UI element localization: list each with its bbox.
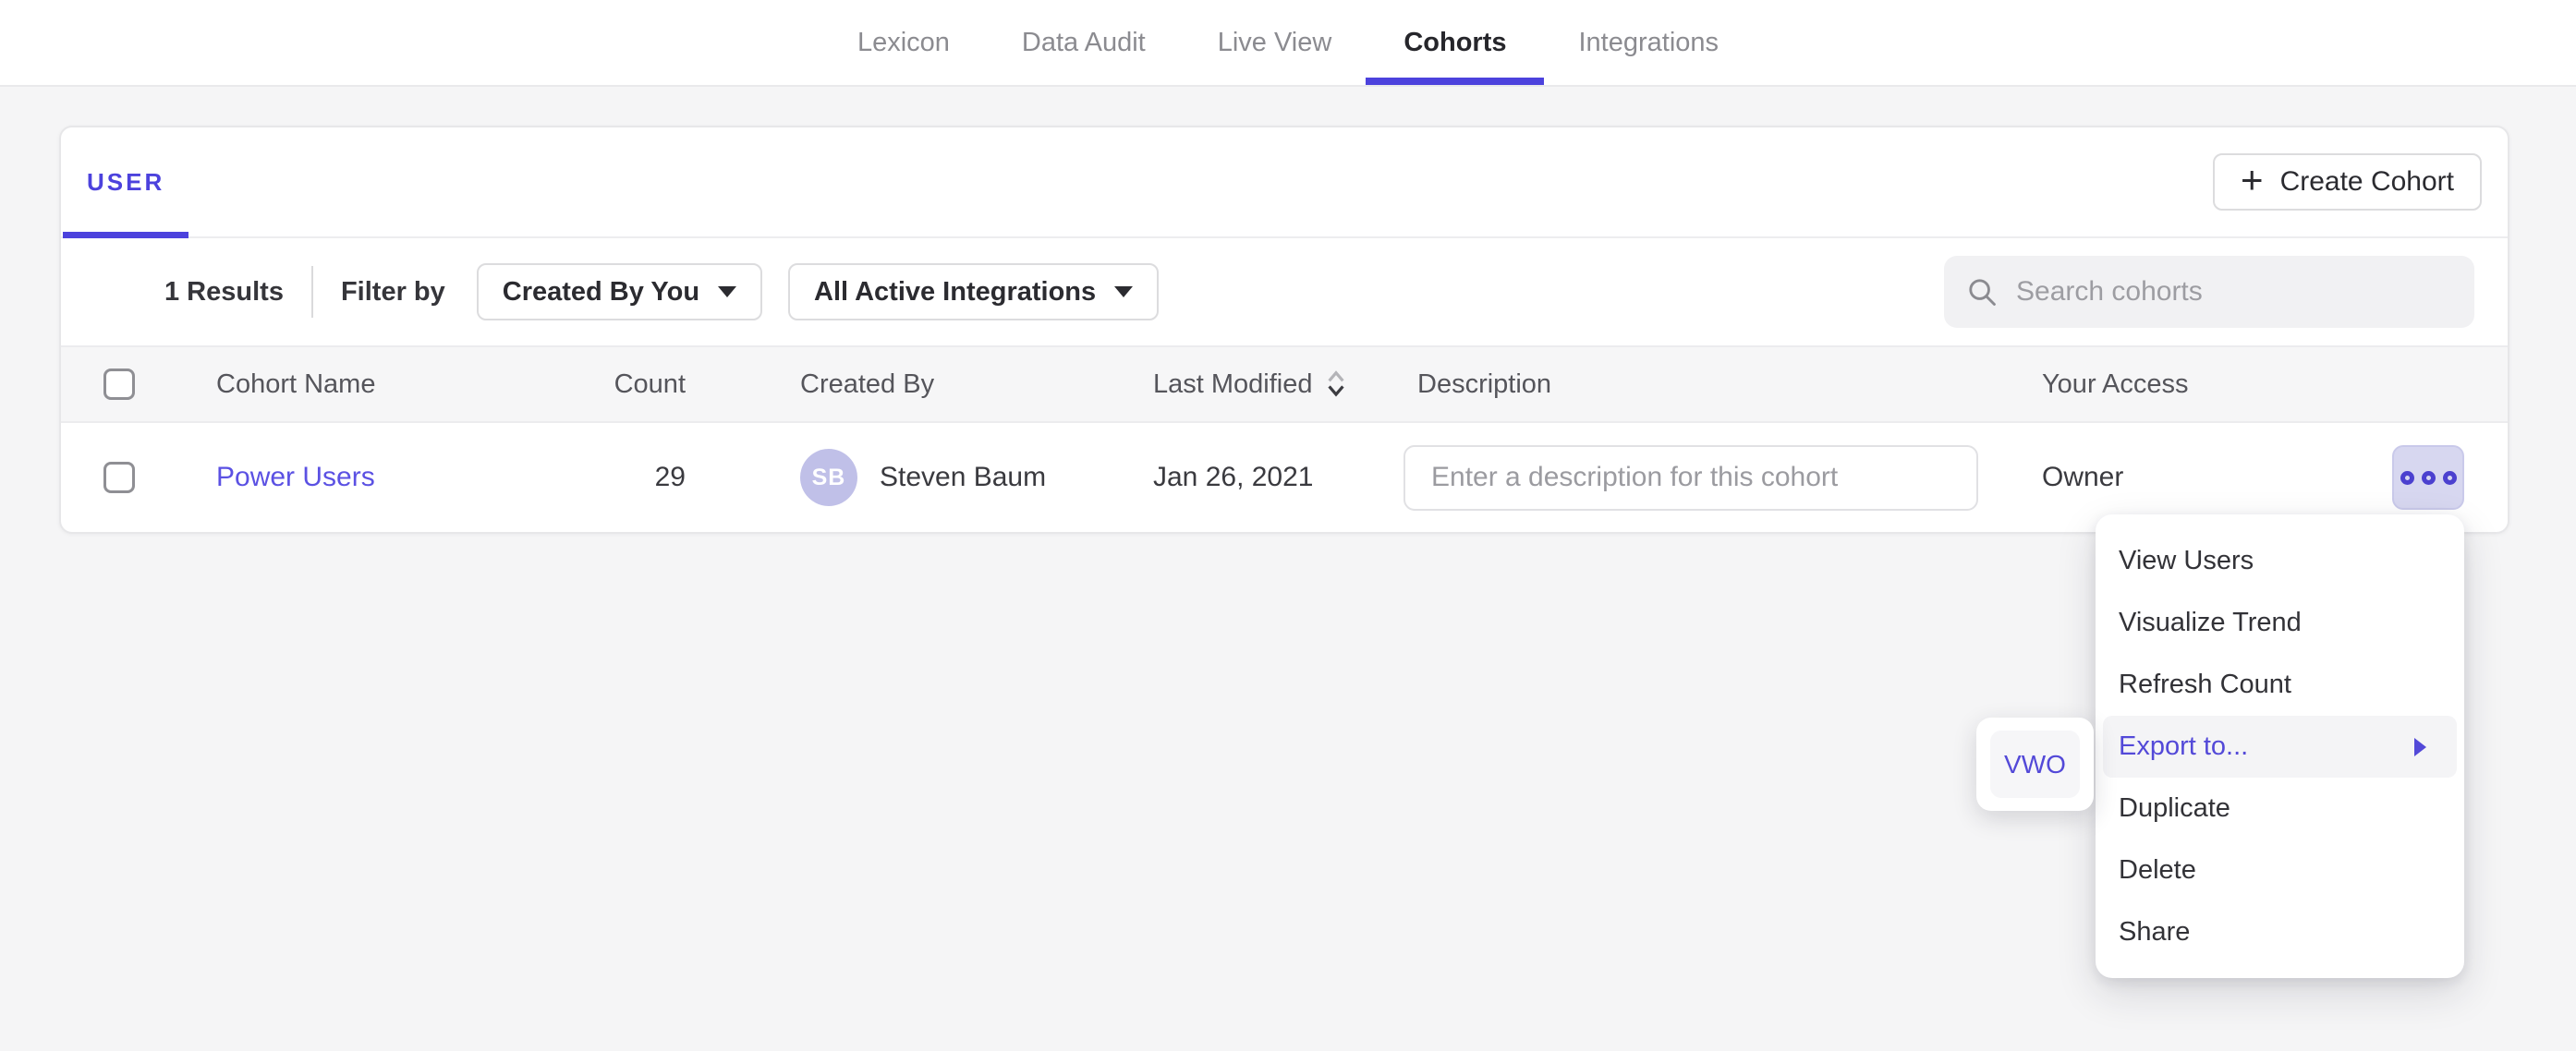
create-cohort-label: Create Cohort [2280,166,2454,198]
plus-icon: + [2241,161,2264,199]
row-checkbox[interactable] [103,462,135,493]
access-value: Owner [2005,462,2310,493]
filter-by-label: Filter by [341,277,445,308]
nav-tab-cohorts[interactable]: Cohorts [1403,0,1506,85]
actions-cell [2310,445,2508,510]
menu-item-export-to[interactable]: Export to... [2103,716,2457,778]
created-by-filter-dropdown[interactable]: Created By You [477,263,762,320]
more-options-icon [2400,471,2414,485]
vertical-divider [311,266,313,318]
menu-item-visualize-trend[interactable]: Visualize Trend [2103,592,2457,654]
tab-user[interactable]: USER [63,127,188,236]
export-to-label: Export to... [2119,731,2248,762]
top-nav-bar: Lexicon Data Audit Live View Cohorts Int… [0,0,2576,87]
nav-tab-integrations[interactable]: Integrations [1579,0,1719,85]
last-modified-label: Last Modified [1153,369,1313,400]
more-options-icon [2443,471,2457,485]
cohorts-page: Lexicon Data Audit Live View Cohorts Int… [0,0,2576,1051]
create-cohort-button[interactable]: + Create Cohort [2213,153,2482,211]
search-icon [1964,274,1999,309]
menu-item-share[interactable]: Share [2103,901,2457,963]
search-input[interactable] [2016,276,2454,308]
panel-tab-row: USER + Create Cohort [61,127,2508,238]
caret-down-icon [718,286,736,297]
top-nav: Lexicon Data Audit Live View Cohorts Int… [857,0,1719,85]
column-header-description: Description [1384,369,2005,400]
description-cell [1384,445,2005,511]
table-header: Cohort Name Count Created By Last Modifi… [61,345,2508,423]
cohort-name-link[interactable]: Power Users [216,462,375,492]
nav-tab-data-audit[interactable]: Data Audit [1022,0,1146,85]
nav-tab-lexicon[interactable]: Lexicon [857,0,950,85]
more-options-button[interactable] [2392,445,2464,510]
created-by-name: Steven Baum [880,462,1046,493]
filter-toolbar: 1 Results Filter by Created By You All A… [61,238,2508,345]
integrations-filter-dropdown[interactable]: All Active Integrations [788,263,1159,320]
last-modified-value: Jan 26, 2021 [1131,462,1384,493]
column-header-last-modified[interactable]: Last Modified [1131,369,1384,400]
results-count: 1 Results [164,277,284,308]
menu-item-duplicate[interactable]: Duplicate [2103,778,2457,840]
header-checkbox-cell [61,368,216,400]
menu-item-refresh-count[interactable]: Refresh Count [2103,654,2457,716]
cohorts-panel: USER + Create Cohort 1 Results Filter by… [59,126,2509,534]
created-by-cell: SB Steven Baum [715,449,1131,506]
search-cohorts-box [1944,256,2474,328]
sort-icon[interactable] [1324,369,1348,399]
more-options-icon [2422,471,2436,485]
context-menu: View Users Visualize Trend Refresh Count… [2096,514,2464,978]
column-header-created-by: Created By [715,369,1131,400]
description-input[interactable] [1403,445,1978,511]
submenu-item-vwo[interactable]: VWO [1990,731,2080,798]
column-header-cohort-name: Cohort Name [216,369,614,400]
submenu-arrow-icon [2414,738,2426,756]
created-by-filter-label: Created By You [503,277,699,308]
nav-tab-live-view[interactable]: Live View [1218,0,1332,85]
menu-item-delete[interactable]: Delete [2103,840,2457,901]
cohort-count: 29 [614,462,715,493]
integrations-filter-label: All Active Integrations [814,277,1096,308]
caret-down-icon [1114,286,1133,297]
cohort-name-cell: Power Users [216,462,614,493]
avatar: SB [800,449,857,506]
select-all-checkbox[interactable] [103,368,135,400]
column-header-count: Count [614,369,715,400]
row-checkbox-cell [61,462,216,493]
export-submenu: VWO [1976,718,2094,811]
column-header-your-access: Your Access [2005,369,2310,400]
menu-item-view-users[interactable]: View Users [2103,530,2457,592]
